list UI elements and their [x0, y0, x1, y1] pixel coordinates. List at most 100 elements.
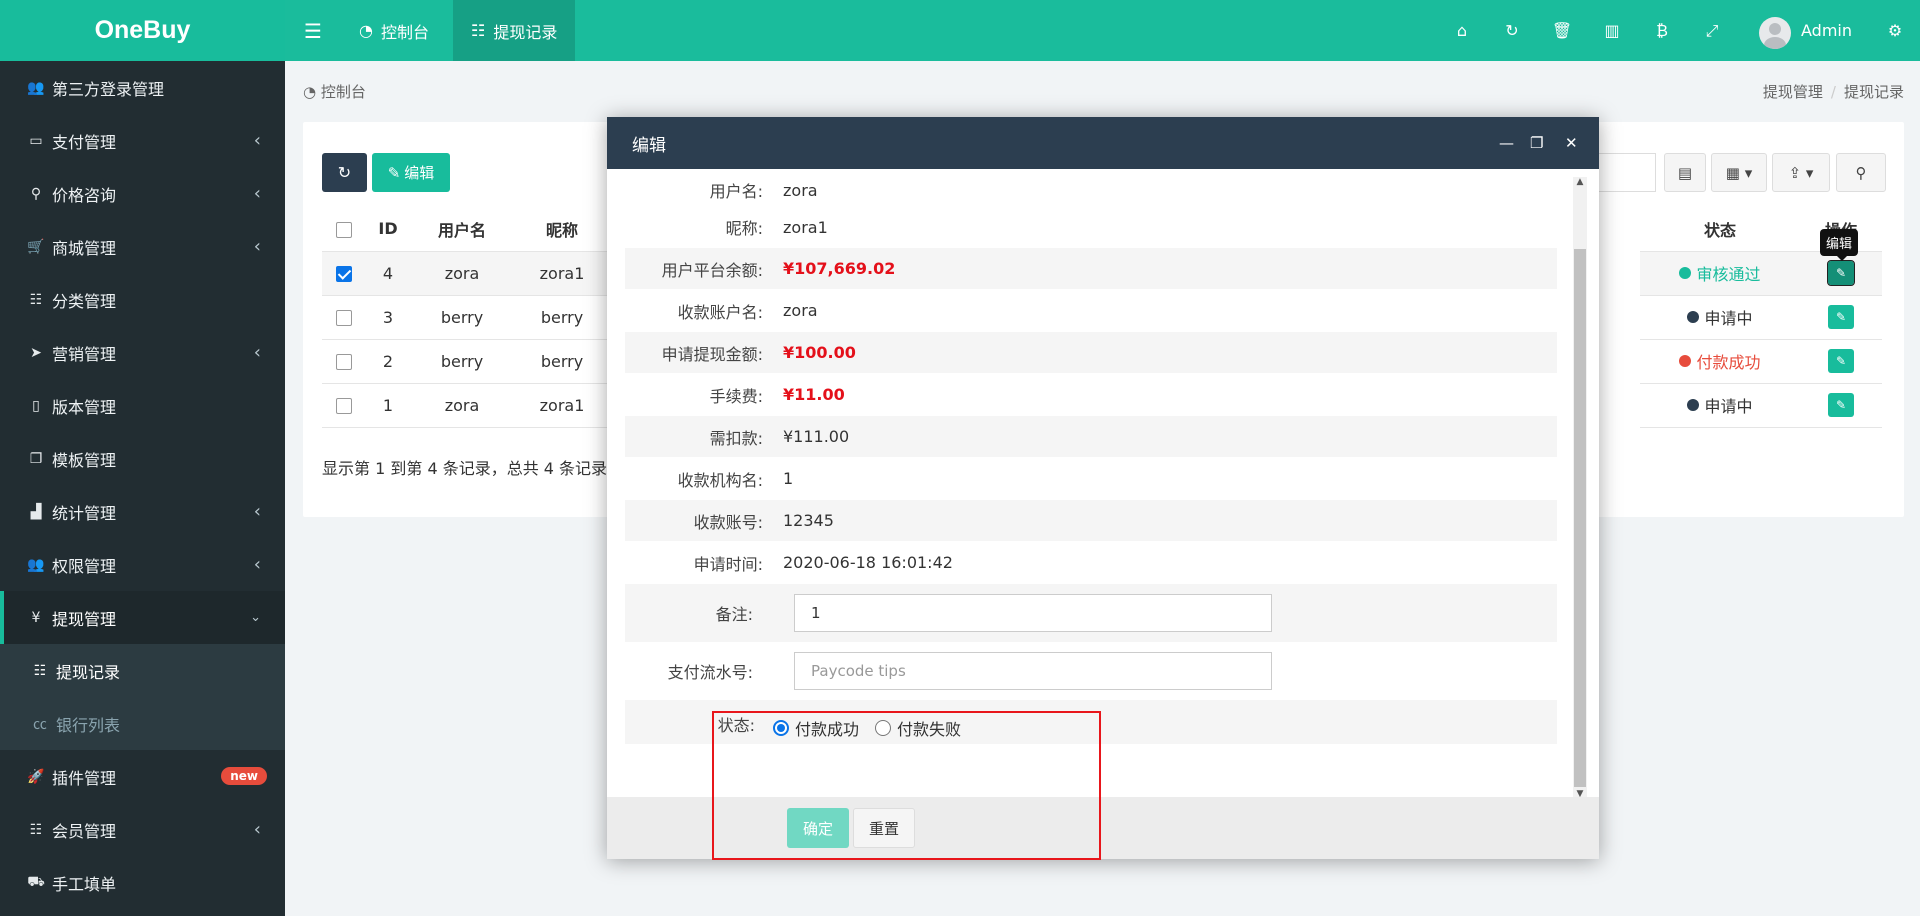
row-edit-button[interactable]: ✎ — [1828, 349, 1854, 373]
sidebar-subitem-bank-list[interactable]: ㏄ 银行列表 — [0, 697, 285, 750]
grid-icon: ▦ ▾ — [1725, 163, 1753, 182]
sidebar-item-manual-order[interactable]: ⛟ 手工填单 — [0, 856, 285, 909]
avatar[interactable] — [1759, 17, 1791, 49]
cell-id: 2 — [366, 339, 410, 384]
sidebar-item-statistics[interactable]: ▟ 统计管理 ‹ — [0, 485, 285, 538]
paycode-input[interactable]: Paycode tips — [794, 652, 1272, 690]
translate-icon[interactable]: ▥ — [1592, 0, 1632, 61]
select-all-checkbox[interactable] — [336, 221, 352, 238]
scrollbar-thumb[interactable] — [1574, 249, 1586, 787]
chevron-left-icon: ‹ — [253, 342, 261, 363]
sidebar-item-third-party-login[interactable]: 👥 第三方登录管理 — [0, 61, 285, 114]
user-name[interactable]: Admin — [1801, 0, 1852, 61]
row-edit-button[interactable]: ✎ — [1828, 393, 1854, 417]
edit-button[interactable]: ✎ 编辑 — [372, 153, 450, 192]
truck-icon: ⛟ — [27, 873, 45, 890]
field-label: 申请提现金额: — [661, 344, 763, 364]
breadcrumb: 提现管理 / 提现记录 — [1762, 83, 1904, 101]
list-icon: ☷ — [33, 662, 47, 679]
sidebar-item-label: 插件管理 — [52, 768, 117, 788]
sidebar-item-price-inquiry[interactable]: ⚲ 价格咨询 ‹ — [0, 167, 285, 220]
field-value: zora — [783, 301, 818, 320]
field-value: ¥11.00 — [783, 385, 845, 404]
field-account-number: 收款账号: 12345 — [625, 500, 1557, 541]
cell-id: 3 — [366, 295, 410, 340]
field-label: 收款机构名: — [677, 470, 763, 490]
sidebar-item-label: 分类管理 — [52, 291, 117, 311]
field-remark: 备注: 1 — [625, 584, 1557, 642]
search-icon: ⚲ — [1855, 163, 1867, 182]
table-row[interactable]: 3 berry berry — [322, 295, 610, 340]
sidebar-item-permission[interactable]: 👥 权限管理 ‹ — [0, 538, 285, 591]
sidebar-item-label: 统计管理 — [52, 503, 117, 523]
row-checkbox[interactable] — [336, 266, 352, 282]
app-logo[interactable]: OneBuy — [0, 0, 285, 61]
fullscreen-icon[interactable]: ⤢ — [1692, 0, 1732, 61]
sidebar-item-withdraw[interactable]: ¥ 提现管理 ⌄ — [0, 591, 285, 644]
table-row[interactable]: 1 zora zora1 — [322, 383, 610, 428]
tab-dashboard[interactable]: ◔ 控制台 — [341, 0, 447, 61]
breadcrumb-item[interactable]: 提现管理 — [1763, 83, 1823, 101]
status-text: 申请中 — [1704, 397, 1753, 416]
breadcrumb-home[interactable]: 控制台 — [321, 83, 366, 101]
dialog-title: 编辑 — [632, 135, 666, 156]
select-all-cell[interactable] — [322, 207, 366, 252]
maximize-icon[interactable]: ❐ — [1530, 117, 1543, 169]
edit-button-label: 编辑 — [404, 164, 435, 182]
columns-button[interactable]: ▦ ▾ — [1711, 153, 1767, 192]
trash-icon[interactable]: 🗑 — [1542, 0, 1582, 61]
table-row[interactable]: 申请中 ✎ — [1640, 383, 1882, 428]
row-checkbox[interactable] — [336, 310, 352, 326]
dialog-scrollbar[interactable]: ▲ ▼ — [1573, 177, 1587, 799]
list-icon: ☷ — [29, 291, 43, 308]
dialog-header[interactable]: 编辑 — ❐ ✕ — [607, 117, 1599, 169]
sidebar-item-version[interactable]: ▯ 版本管理 — [0, 379, 285, 432]
table-row[interactable]: 申请中 ✎ — [1640, 295, 1882, 340]
tab-label: 提现记录 — [493, 22, 558, 42]
export-button[interactable]: ⇪ ▾ — [1772, 153, 1830, 192]
refresh-icon[interactable]: ↻ — [1492, 0, 1532, 61]
sidebar-item-label: 权限管理 — [52, 556, 117, 576]
row-edit-button[interactable]: ✎ — [1828, 305, 1854, 329]
sidebar-subitem-withdraw-records[interactable]: ☷ 提现记录 — [0, 644, 285, 697]
row-checkbox[interactable] — [336, 354, 352, 370]
table-row[interactable]: 付款成功 ✎ — [1640, 339, 1882, 384]
column-header-username[interactable]: 用户名 — [410, 207, 514, 252]
close-icon[interactable]: ✕ — [1565, 117, 1578, 169]
sidebar-item-category[interactable]: ☷ 分类管理 — [0, 273, 285, 326]
scroll-up-icon[interactable]: ▲ — [1573, 177, 1587, 187]
refresh-button[interactable]: ↻ — [322, 153, 367, 192]
home-icon[interactable]: ⌂ — [1442, 0, 1482, 61]
status-badge: 付款成功 — [1679, 349, 1761, 373]
sidebar-item-payment[interactable]: ▭ 支付管理 ‹ — [0, 114, 285, 167]
advanced-search-button[interactable]: ⚲ — [1836, 153, 1886, 192]
column-header-status[interactable]: 状态 — [1640, 207, 1800, 252]
status-dot — [1679, 355, 1692, 367]
pencil-icon: ✎ — [1835, 310, 1847, 324]
sidebar-item-members[interactable]: ☷ 会员管理 ‹ — [0, 803, 285, 856]
status-dot — [1687, 311, 1700, 323]
sidebar-item-marketing[interactable]: ➤ 营销管理 ‹ — [0, 326, 285, 379]
table-row[interactable]: 4 zora zora1 — [322, 251, 610, 296]
sidebar-item-plugins[interactable]: 🚀 插件管理 new — [0, 750, 285, 803]
row-checkbox[interactable] — [336, 398, 352, 414]
row-edit-button[interactable]: ✎ — [1827, 260, 1855, 286]
sidebar-item-label: 价格咨询 — [52, 185, 117, 205]
minimize-icon[interactable]: — — [1499, 117, 1514, 169]
status-dot — [1679, 267, 1692, 279]
pencil-icon: ✎ — [1835, 354, 1847, 368]
gears-icon[interactable]: ⚙ — [1875, 0, 1915, 61]
column-header-id[interactable]: ID — [366, 207, 410, 252]
table-row[interactable]: 2 berry berry — [322, 339, 610, 384]
breadcrumb-left: ◔ 控制台 — [303, 81, 366, 102]
sidebar-item-mall[interactable]: 🛒 商城管理 ‹ — [0, 220, 285, 273]
tab-withdraw-records[interactable]: ☷ 提现记录 — [453, 0, 576, 61]
sidebar-item-template[interactable]: ❐ 模板管理 — [0, 432, 285, 485]
hamburger-icon[interactable]: ☰ — [285, 0, 341, 61]
bitcoin-icon[interactable]: ₿ — [1642, 0, 1682, 61]
column-header-nickname[interactable]: 昵称 — [514, 207, 610, 252]
status-badge: 申请中 — [1687, 305, 1753, 329]
card-icon: ▭ — [29, 132, 43, 149]
toggle-view-button[interactable]: ▤ — [1664, 153, 1706, 192]
remark-input[interactable]: 1 — [794, 594, 1272, 632]
